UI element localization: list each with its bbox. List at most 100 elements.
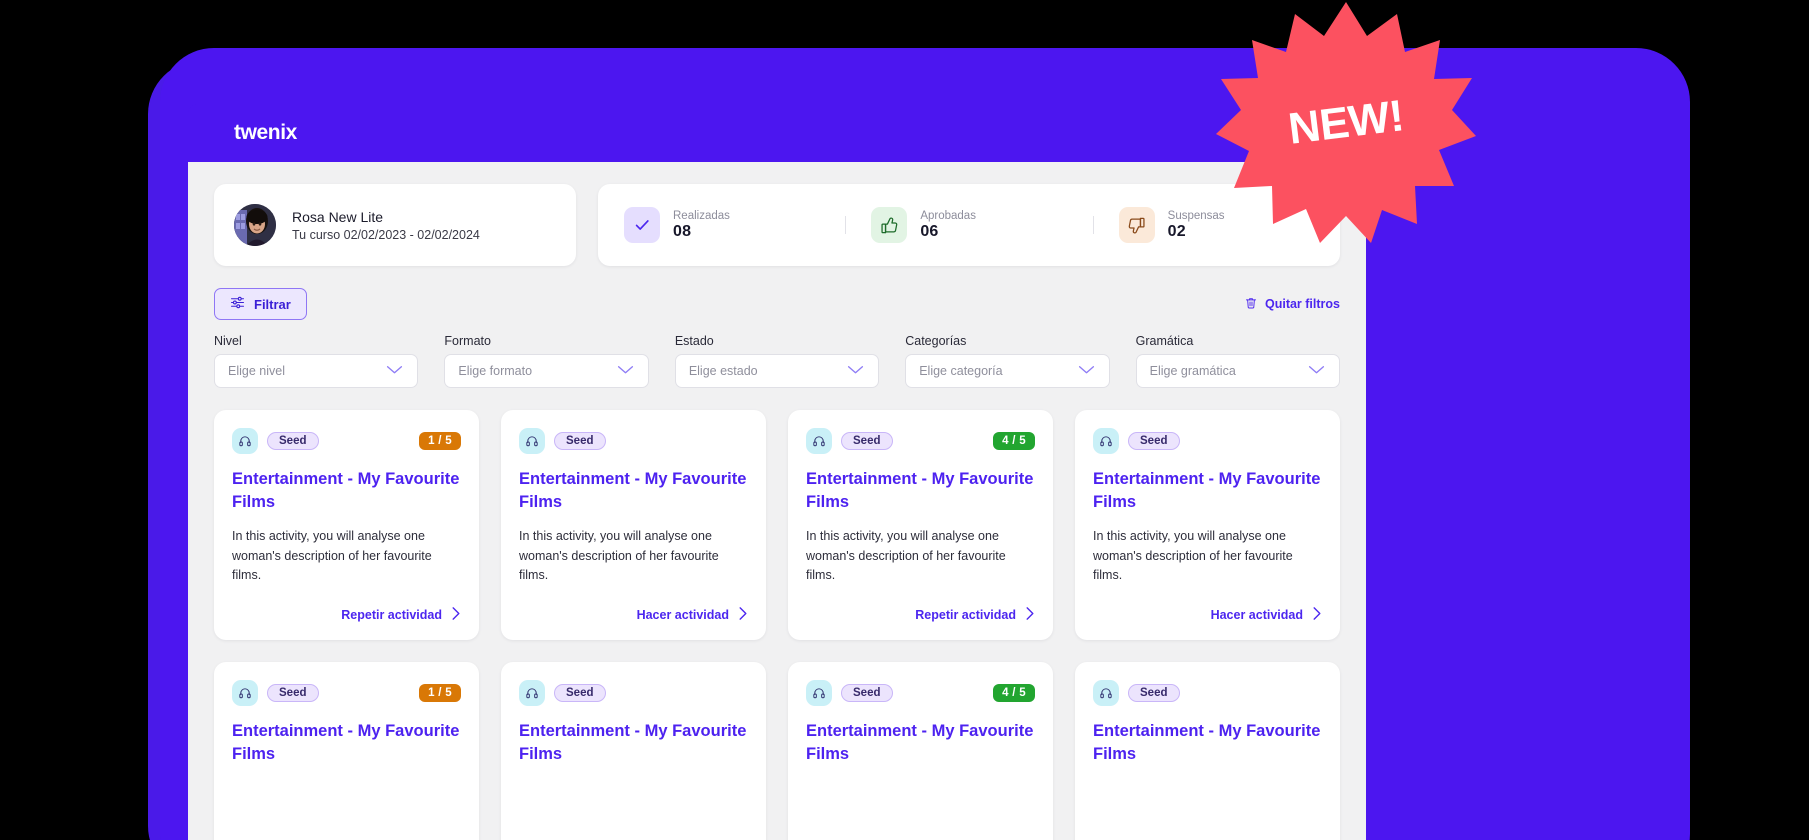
clear-filters-button[interactable]: Quitar filtros	[1244, 296, 1340, 313]
card-header: Seed	[1093, 680, 1322, 706]
card-tag: Seed	[1128, 684, 1180, 702]
stat-value: 06	[920, 223, 976, 241]
chevron-right-icon	[451, 606, 461, 624]
activity-card[interactable]: Seed 4 / 5 Entertainment - My Favourite …	[788, 662, 1053, 840]
trash-icon	[1244, 296, 1258, 313]
filter-button[interactable]: Filtrar	[214, 288, 307, 320]
chevron-right-icon	[1025, 606, 1035, 624]
stat-label: Aprobadas	[920, 210, 976, 222]
app-body: Rosa New Lite Tu curso 02/02/2023 - 02/0…	[188, 162, 1366, 840]
select-value: Elige gramática	[1150, 364, 1236, 378]
activity-card[interactable]: Seed Entertainment - My Favourite Films …	[501, 410, 766, 640]
card-action-label: Hacer actividad	[1211, 608, 1303, 622]
profile-course-dates: Tu curso 02/02/2023 - 02/02/2024	[292, 228, 480, 242]
card-title: Entertainment - My Favourite Films	[519, 720, 748, 766]
select-group-categorias: Categorías Elige categoría	[905, 334, 1109, 388]
select-group-nivel: Nivel Elige nivel	[214, 334, 418, 388]
card-action-label: Repetir actividad	[915, 608, 1016, 622]
stat-label: Realizadas	[673, 210, 730, 222]
app-header: twenix	[188, 104, 1366, 162]
activity-card[interactable]: Seed 1 / 5 Entertainment - My Favourite …	[214, 662, 479, 840]
activity-cards-row-2: Seed 1 / 5 Entertainment - My Favourite …	[214, 662, 1340, 840]
card-header: Seed	[519, 680, 748, 706]
thumbs-up-icon	[871, 207, 907, 243]
activity-cards-row-1: Seed 1 / 5 Entertainment - My Favourite …	[214, 410, 1340, 640]
stat-realizadas: Realizadas 08	[598, 207, 845, 243]
activity-card[interactable]: Seed Entertainment - My Favourite Films	[501, 662, 766, 840]
card-tag: Seed	[841, 684, 893, 702]
card-action-link[interactable]: Repetir actividad	[915, 606, 1035, 624]
card-description: In this activity, you will analyse one w…	[1093, 527, 1322, 585]
card-action-link[interactable]: Hacer actividad	[637, 606, 748, 624]
select-estado[interactable]: Elige estado	[675, 354, 879, 388]
headphones-icon	[519, 680, 545, 706]
headphones-icon	[806, 428, 832, 454]
chevron-right-icon	[1312, 606, 1322, 624]
check-icon	[624, 207, 660, 243]
card-action-label: Hacer actividad	[637, 608, 729, 622]
chevron-right-icon	[738, 606, 748, 624]
profile-texts: Rosa New Lite Tu curso 02/02/2023 - 02/0…	[292, 209, 480, 242]
headphones-icon	[519, 428, 545, 454]
select-value: Elige formato	[458, 364, 532, 378]
activity-card[interactable]: Seed 4 / 5 Entertainment - My Favourite …	[788, 410, 1053, 640]
card-title: Entertainment - My Favourite Films	[806, 468, 1035, 514]
card-score-badge: 1 / 5	[419, 684, 461, 702]
chevron-down-icon	[1077, 362, 1096, 380]
avatar	[234, 204, 276, 246]
stat-suspensas: Suspensas 02	[1093, 207, 1340, 243]
select-gramatica[interactable]: Elige gramática	[1136, 354, 1340, 388]
activity-card[interactable]: Seed Entertainment - My Favourite Films …	[1075, 410, 1340, 640]
app-viewport: twenix	[188, 104, 1366, 840]
stat-texts: Realizadas 08	[673, 210, 730, 241]
card-action-label: Repetir actividad	[341, 608, 442, 622]
stat-label: Suspensas	[1168, 210, 1225, 222]
sliders-icon	[230, 295, 245, 313]
select-group-estado: Estado Elige estado	[675, 334, 879, 388]
card-header: Seed	[1093, 428, 1322, 454]
summary-row: Rosa New Lite Tu curso 02/02/2023 - 02/0…	[214, 184, 1340, 266]
card-header: Seed 4 / 5	[806, 428, 1035, 454]
select-categorias[interactable]: Elige categoría	[905, 354, 1109, 388]
card-description: In this activity, you will analyse one w…	[806, 527, 1035, 585]
filter-button-label: Filtrar	[254, 297, 291, 312]
card-description: In this activity, you will analyse one w…	[519, 527, 748, 585]
select-label: Categorías	[905, 334, 1109, 348]
card-title: Entertainment - My Favourite Films	[1093, 720, 1322, 766]
card-header: Seed 1 / 5	[232, 680, 461, 706]
select-value: Elige nivel	[228, 364, 285, 378]
chevron-down-icon	[385, 362, 404, 380]
select-formato[interactable]: Elige formato	[444, 354, 648, 388]
screenshot-root: twenix	[0, 0, 1809, 840]
card-score-badge: 4 / 5	[993, 432, 1035, 450]
headphones-icon	[1093, 428, 1119, 454]
card-action-link[interactable]: Repetir actividad	[341, 606, 461, 624]
clear-filters-label: Quitar filtros	[1265, 297, 1340, 311]
headphones-icon	[232, 680, 258, 706]
card-description: In this activity, you will analyse one w…	[232, 527, 461, 585]
filter-row: Filtrar Quitar filtros	[214, 288, 1340, 320]
card-tag: Seed	[1128, 432, 1180, 450]
select-group-formato: Formato Elige formato	[444, 334, 648, 388]
headphones-icon	[806, 680, 832, 706]
thumbs-down-icon	[1119, 207, 1155, 243]
stat-texts: Suspensas 02	[1168, 210, 1225, 241]
brand-logo: twenix	[234, 121, 297, 145]
activity-card[interactable]: Seed Entertainment - My Favourite Films	[1075, 662, 1340, 840]
card-tag: Seed	[554, 432, 606, 450]
select-label: Nivel	[214, 334, 418, 348]
select-label: Estado	[675, 334, 879, 348]
stat-texts: Aprobadas 06	[920, 210, 976, 241]
card-score-badge: 1 / 5	[419, 432, 461, 450]
profile-card: Rosa New Lite Tu curso 02/02/2023 - 02/0…	[214, 184, 576, 266]
select-nivel[interactable]: Elige nivel	[214, 354, 418, 388]
card-header: Seed	[519, 428, 748, 454]
card-tag: Seed	[267, 432, 319, 450]
activity-card[interactable]: Seed 1 / 5 Entertainment - My Favourite …	[214, 410, 479, 640]
stat-aprobadas: Aprobadas 06	[845, 207, 1092, 243]
select-value: Elige estado	[689, 364, 758, 378]
card-action-link[interactable]: Hacer actividad	[1211, 606, 1322, 624]
chevron-down-icon	[846, 362, 865, 380]
filter-selects: Nivel Elige nivel Formato Elige formato	[214, 334, 1340, 388]
chevron-down-icon	[1307, 362, 1326, 380]
